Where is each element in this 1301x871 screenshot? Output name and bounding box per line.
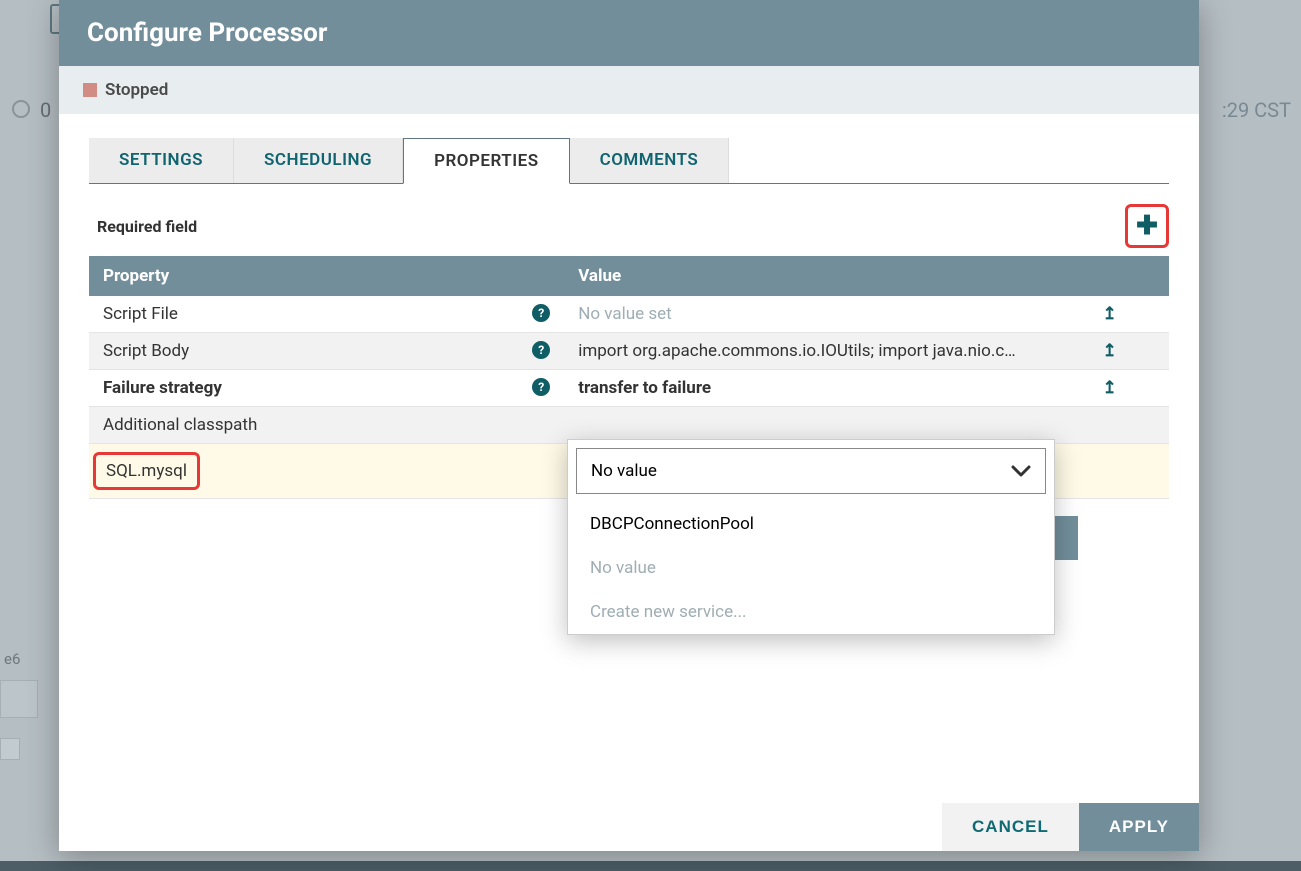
add-property-button[interactable]: ✚ [1125, 204, 1169, 248]
required-field-row: Required field ✚ [89, 204, 1169, 248]
property-value[interactable]: import org.apache.commons.io.IOUtils; im… [564, 333, 1050, 370]
required-field-label: Required field [89, 217, 197, 236]
plus-icon: ✚ [1136, 213, 1158, 239]
header-value: Value [564, 256, 1050, 296]
property-name: Script Body [103, 341, 189, 361]
status-bar: Stopped [59, 66, 1199, 114]
configure-processor-modal: Configure Processor Stopped SETTINGS SCH… [59, 0, 1199, 851]
dropdown-selected[interactable]: No value [576, 448, 1046, 494]
property-value[interactable]: No value set [564, 296, 1050, 333]
tab-comments[interactable]: COMMENTS [570, 138, 730, 183]
table-row[interactable]: Failure strategy? transfer to failure ↥ [89, 370, 1169, 407]
history-icon[interactable]: ↥ [1064, 378, 1155, 398]
header-actions [1050, 256, 1169, 296]
property-value[interactable]: transfer to failure [564, 370, 1050, 407]
value-dropdown: No value DBCPConnectionPool No value Cre… [567, 439, 1055, 635]
tab-scheduling[interactable]: SCHEDULING [234, 138, 403, 183]
modal-title: Configure Processor [59, 0, 1199, 66]
modal-footer: CANCEL APPLY [59, 803, 1199, 851]
history-icon[interactable]: ↥ [1064, 304, 1155, 324]
property-name: Failure strategy [103, 378, 222, 398]
status-label: Stopped [105, 80, 168, 100]
dropdown-option[interactable]: Create new service... [568, 590, 1054, 634]
history-icon[interactable]: ↥ [1064, 341, 1155, 361]
header-property: Property [89, 256, 564, 296]
help-icon[interactable]: ? [532, 341, 550, 359]
table-row[interactable]: Script Body? import org.apache.commons.i… [89, 333, 1169, 370]
chevron-down-icon [1011, 464, 1031, 478]
tab-settings[interactable]: SETTINGS [89, 138, 234, 183]
property-value[interactable] [564, 407, 1050, 444]
property-name: Additional classpath [103, 415, 257, 435]
property-name: Script File [103, 304, 178, 324]
help-icon[interactable]: ? [532, 378, 550, 396]
tabs: SETTINGS SCHEDULING PROPERTIES COMMENTS [89, 138, 1169, 184]
dropdown-option[interactable]: DBCPConnectionPool [568, 502, 1054, 546]
property-name: SQL.mysql [93, 452, 200, 490]
dropdown-option[interactable]: No value [568, 546, 1054, 590]
modal-body: SETTINGS SCHEDULING PROPERTIES COMMENTS … [59, 114, 1199, 803]
cancel-button[interactable]: CANCEL [942, 803, 1079, 851]
dropdown-selected-label: No value [591, 461, 657, 481]
table-row[interactable]: Additional classpath [89, 407, 1169, 444]
help-icon[interactable]: ? [532, 304, 550, 322]
stopped-icon [83, 83, 97, 97]
apply-button[interactable]: APPLY [1079, 803, 1199, 851]
table-row[interactable]: Script File? No value set ↥ [89, 296, 1169, 333]
tab-properties[interactable]: PROPERTIES [403, 138, 570, 184]
